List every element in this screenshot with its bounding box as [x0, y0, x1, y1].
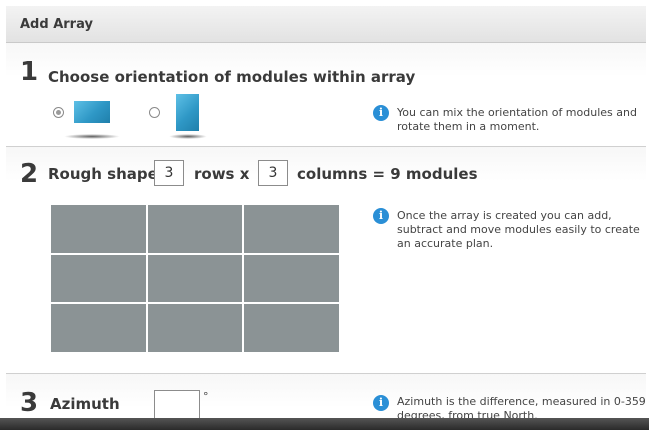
grid-module	[51, 205, 146, 253]
step-label: Choose orientation of modules within arr…	[48, 68, 416, 86]
grid-module	[51, 254, 146, 303]
landscape-shadow	[64, 134, 120, 139]
grid-module	[244, 254, 339, 303]
azimuth-input[interactable]	[154, 390, 200, 420]
grid-module	[244, 304, 339, 352]
grid-module	[147, 304, 243, 352]
degree-symbol: °	[203, 390, 209, 403]
step-orientation: 1 Choose orientation of modules within a…	[6, 43, 646, 147]
portrait-module-icon[interactable]	[176, 94, 199, 131]
add-array-panel: Add Array 1 Choose orientation of module…	[6, 6, 646, 428]
grid-module	[244, 205, 339, 253]
step-rough-shape: 2 Rough shape 3 rows x 3 columns = 9 mod…	[6, 147, 646, 374]
step-number: 1	[20, 57, 39, 87]
columns-input[interactable]: 3	[258, 160, 288, 186]
grid-module	[51, 304, 146, 352]
orientation-info: You can mix the orientation of modules a…	[397, 106, 637, 133]
shape-info: Once the array is created you can add, s…	[397, 209, 640, 250]
info-icon: i	[373, 395, 389, 411]
rows-label: rows x	[194, 165, 250, 183]
columns-label: columns = 9 modules	[297, 165, 478, 183]
grid-module	[147, 205, 243, 253]
bottom-bar	[0, 418, 649, 430]
array-preview-grid	[51, 205, 339, 352]
info-icon: i	[373, 208, 389, 224]
landscape-radio[interactable]	[53, 107, 64, 118]
step-number: 3	[20, 388, 39, 418]
portrait-shadow	[169, 134, 207, 139]
panel-title: Add Array	[20, 17, 93, 32]
rough-shape-label: Rough shape	[48, 165, 158, 183]
landscape-module-icon[interactable]	[74, 101, 110, 123]
azimuth-label: Azimuth	[50, 395, 120, 413]
panel-header: Add Array	[6, 6, 646, 43]
portrait-radio[interactable]	[149, 107, 160, 118]
step-number: 2	[20, 159, 39, 189]
rows-input[interactable]: 3	[154, 160, 184, 186]
info-icon: i	[373, 105, 389, 121]
grid-module	[147, 254, 243, 303]
